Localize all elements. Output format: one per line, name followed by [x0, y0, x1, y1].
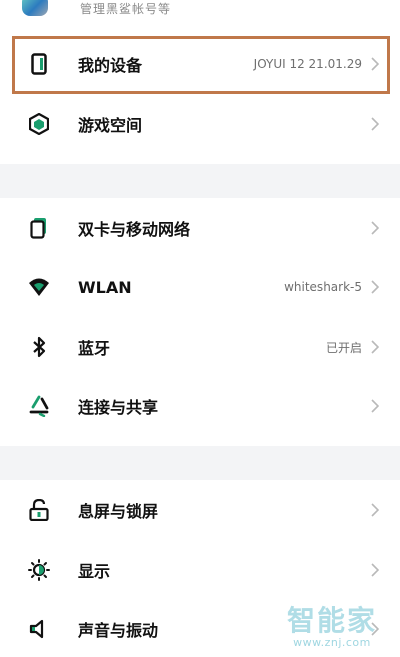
account-avatar: [22, 0, 48, 16]
settings-item-label: WLAN: [78, 277, 132, 297]
bluetooth-icon: [28, 336, 50, 358]
watermark-title: 智能家: [286, 603, 377, 637]
account-description: 管理黑鲨帐号等: [80, 2, 172, 16]
settings-item-label: 双卡与移动网络: [78, 220, 191, 239]
settings-item-value: 已开启: [325, 340, 362, 355]
settings-item-label: 蓝牙: [78, 339, 111, 358]
chevron-right-icon: [368, 503, 382, 517]
settings-item-wlan[interactable]: WLAN whiteshark-5: [0, 263, 400, 311]
settings-item-label: 息屏与锁屏: [78, 502, 159, 521]
wifi-icon: [28, 276, 50, 298]
chevron-right-icon: [368, 221, 382, 235]
settings-item-bluetooth[interactable]: 蓝牙 已开启: [0, 323, 400, 371]
settings-item-label: 声音与振动: [78, 621, 159, 640]
sound-icon: [28, 618, 50, 640]
settings-item-label: 显示: [78, 562, 111, 581]
account-item-partial[interactable]: 管理黑鲨帐号等: [0, 0, 400, 30]
highlight-box: [12, 36, 390, 94]
chevron-right-icon: [368, 280, 382, 294]
connection-share-icon: [28, 395, 50, 417]
section-divider: [0, 446, 400, 480]
settings-item-value: whiteshark-5: [284, 280, 362, 294]
chevron-right-icon: [368, 399, 382, 413]
game-space-icon: [28, 113, 50, 135]
settings-item-lock-screen[interactable]: 息屏与锁屏: [0, 486, 400, 534]
settings-item-dual-sim[interactable]: 双卡与移动网络: [0, 204, 400, 252]
watermark-url: www.znj.com: [293, 635, 371, 649]
settings-item-display[interactable]: 显示: [0, 546, 400, 594]
settings-item-label: 游戏空间: [78, 116, 143, 135]
display-brightness-icon: [28, 559, 50, 581]
chevron-right-icon: [368, 340, 382, 354]
settings-item-game-space[interactable]: 游戏空间: [0, 100, 400, 148]
lock-icon: [28, 499, 50, 521]
settings-item-label: 连接与共享: [78, 398, 159, 417]
site-watermark: 智能家 www.znj.com: [272, 601, 392, 653]
settings-item-connection-share[interactable]: 连接与共享: [0, 382, 400, 430]
sim-card-icon: [28, 217, 50, 239]
chevron-right-icon: [368, 117, 382, 131]
section-divider: [0, 164, 400, 198]
chevron-right-icon: [368, 563, 382, 577]
